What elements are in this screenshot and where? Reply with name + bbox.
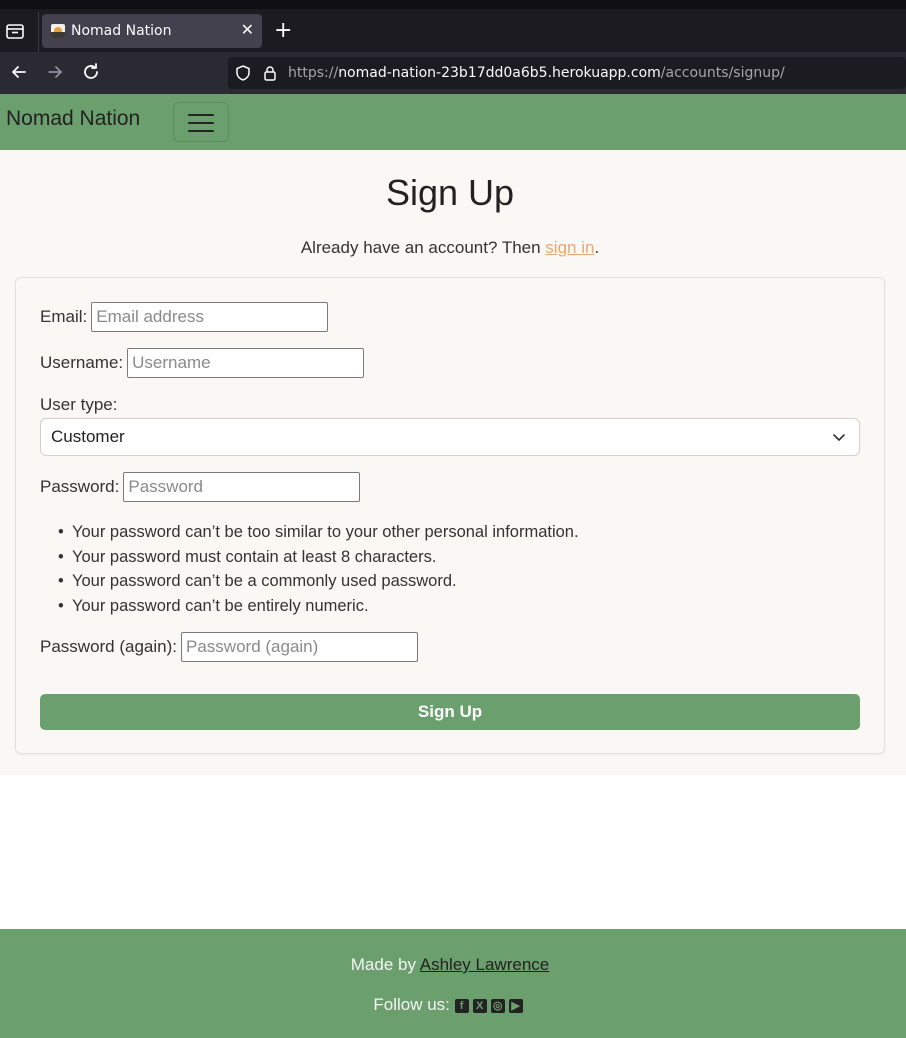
hamburger-icon-line [188, 130, 214, 132]
window-top-strip [0, 0, 906, 9]
password-field[interactable] [123, 472, 361, 502]
youtube-icon[interactable]: ▶ [508, 998, 523, 1013]
email-label: Email: [40, 307, 88, 326]
usertype-selected-value: Customer [51, 427, 125, 446]
page-title: Sign Up [385, 172, 515, 213]
email-field[interactable] [91, 302, 329, 332]
address-bar[interactable]: https://nomad-nation-23b17dd0a6b5.heroku… [228, 57, 906, 89]
url-text[interactable]: https://nomad-nation-23b17dd0a6b5.heroku… [288, 65, 785, 81]
site-footer: Made by Ashley Lawrence Follow us: f X ◎ ▶ [0, 929, 906, 1038]
new-tab-plus-icon[interactable]: + [274, 18, 292, 44]
site-favicon-icon [51, 24, 65, 38]
password-row: Password: [40, 472, 361, 502]
password-help-item: Your password can’t be entirely numeric. [58, 594, 579, 619]
tab-close-icon[interactable]: ✕ [241, 21, 254, 39]
social-links: f X ◎ ▶ [454, 998, 527, 1013]
lock-icon[interactable] [261, 64, 279, 82]
hamburger-icon-line [188, 122, 214, 124]
username-label: Username: [40, 353, 124, 372]
tab-list-icon[interactable] [4, 20, 26, 42]
instagram-icon[interactable]: ◎ [490, 998, 505, 1013]
signin-prompt-end: . [594, 238, 600, 257]
password-again-label: Password (again): [40, 637, 178, 656]
signup-form-card: Email: Username: User type: Customer Pas… [15, 277, 885, 754]
signup-button[interactable]: Sign Up [40, 694, 860, 730]
tracking-shield-icon[interactable] [234, 64, 252, 82]
password-again-field[interactable] [181, 632, 419, 662]
url-host: nomad-nation-23b17dd0a6b5.herokuapp.com [338, 65, 661, 81]
facebook-icon[interactable]: f [454, 998, 469, 1013]
usertype-select[interactable]: Customer [40, 418, 860, 456]
signin-prompt: Already have an account? Then sign in. [0, 238, 900, 258]
browser-tab-bar: Nomad Nation ✕ + [0, 0, 906, 52]
email-row: Email: [40, 302, 329, 332]
follow-us-text: Follow us: [373, 995, 450, 1014]
x-icon[interactable]: X [472, 998, 487, 1013]
made-by-text: Made by [350, 955, 420, 974]
forward-arrow-icon[interactable] [44, 61, 66, 83]
author-link[interactable]: Ashley Lawrence [420, 955, 549, 974]
site-brand[interactable]: Nomad Nation [6, 107, 140, 131]
password-label: Password: [40, 477, 120, 496]
chevron-down-icon [833, 434, 845, 441]
username-field[interactable] [127, 348, 365, 378]
made-by-line: Made by Ashley Lawrence [0, 955, 900, 975]
usertype-row: User type: [40, 395, 121, 415]
hamburger-icon [188, 114, 214, 116]
main-content: Sign Up Already have an account? Then si… [0, 150, 906, 775]
username-row: Username: [40, 348, 365, 378]
follow-us-line: Follow us: f X ◎ ▶ [0, 995, 900, 1015]
url-path: /accounts/signup/ [660, 65, 785, 81]
signin-prompt-text: Already have an account? Then [300, 238, 546, 257]
menu-toggle-button[interactable] [173, 102, 229, 142]
password-help-item: Your password can’t be too similar to yo… [58, 520, 579, 545]
tab-separator [38, 12, 39, 52]
password-help-list: Your password can’t be too similar to yo… [58, 520, 579, 619]
password-help-item: Your password can’t be a commonly used p… [58, 569, 579, 594]
back-arrow-icon[interactable] [8, 61, 30, 83]
browser-nav-bar: https://nomad-nation-23b17dd0a6b5.heroku… [0, 52, 906, 94]
browser-tab[interactable]: Nomad Nation ✕ [42, 14, 262, 48]
tab-title: Nomad Nation [71, 23, 172, 39]
password-help-item: Your password must contain at least 8 ch… [58, 545, 579, 570]
password-again-row: Password (again): [40, 632, 419, 662]
site-header: Nomad Nation [0, 94, 906, 150]
reload-icon[interactable] [80, 61, 102, 83]
web-page: Nomad Nation Sign Up Already have an acc… [0, 94, 906, 1038]
url-prefix: https:// [288, 65, 339, 81]
signin-link[interactable]: sign in [545, 238, 594, 257]
usertype-label: User type: [40, 395, 118, 414]
